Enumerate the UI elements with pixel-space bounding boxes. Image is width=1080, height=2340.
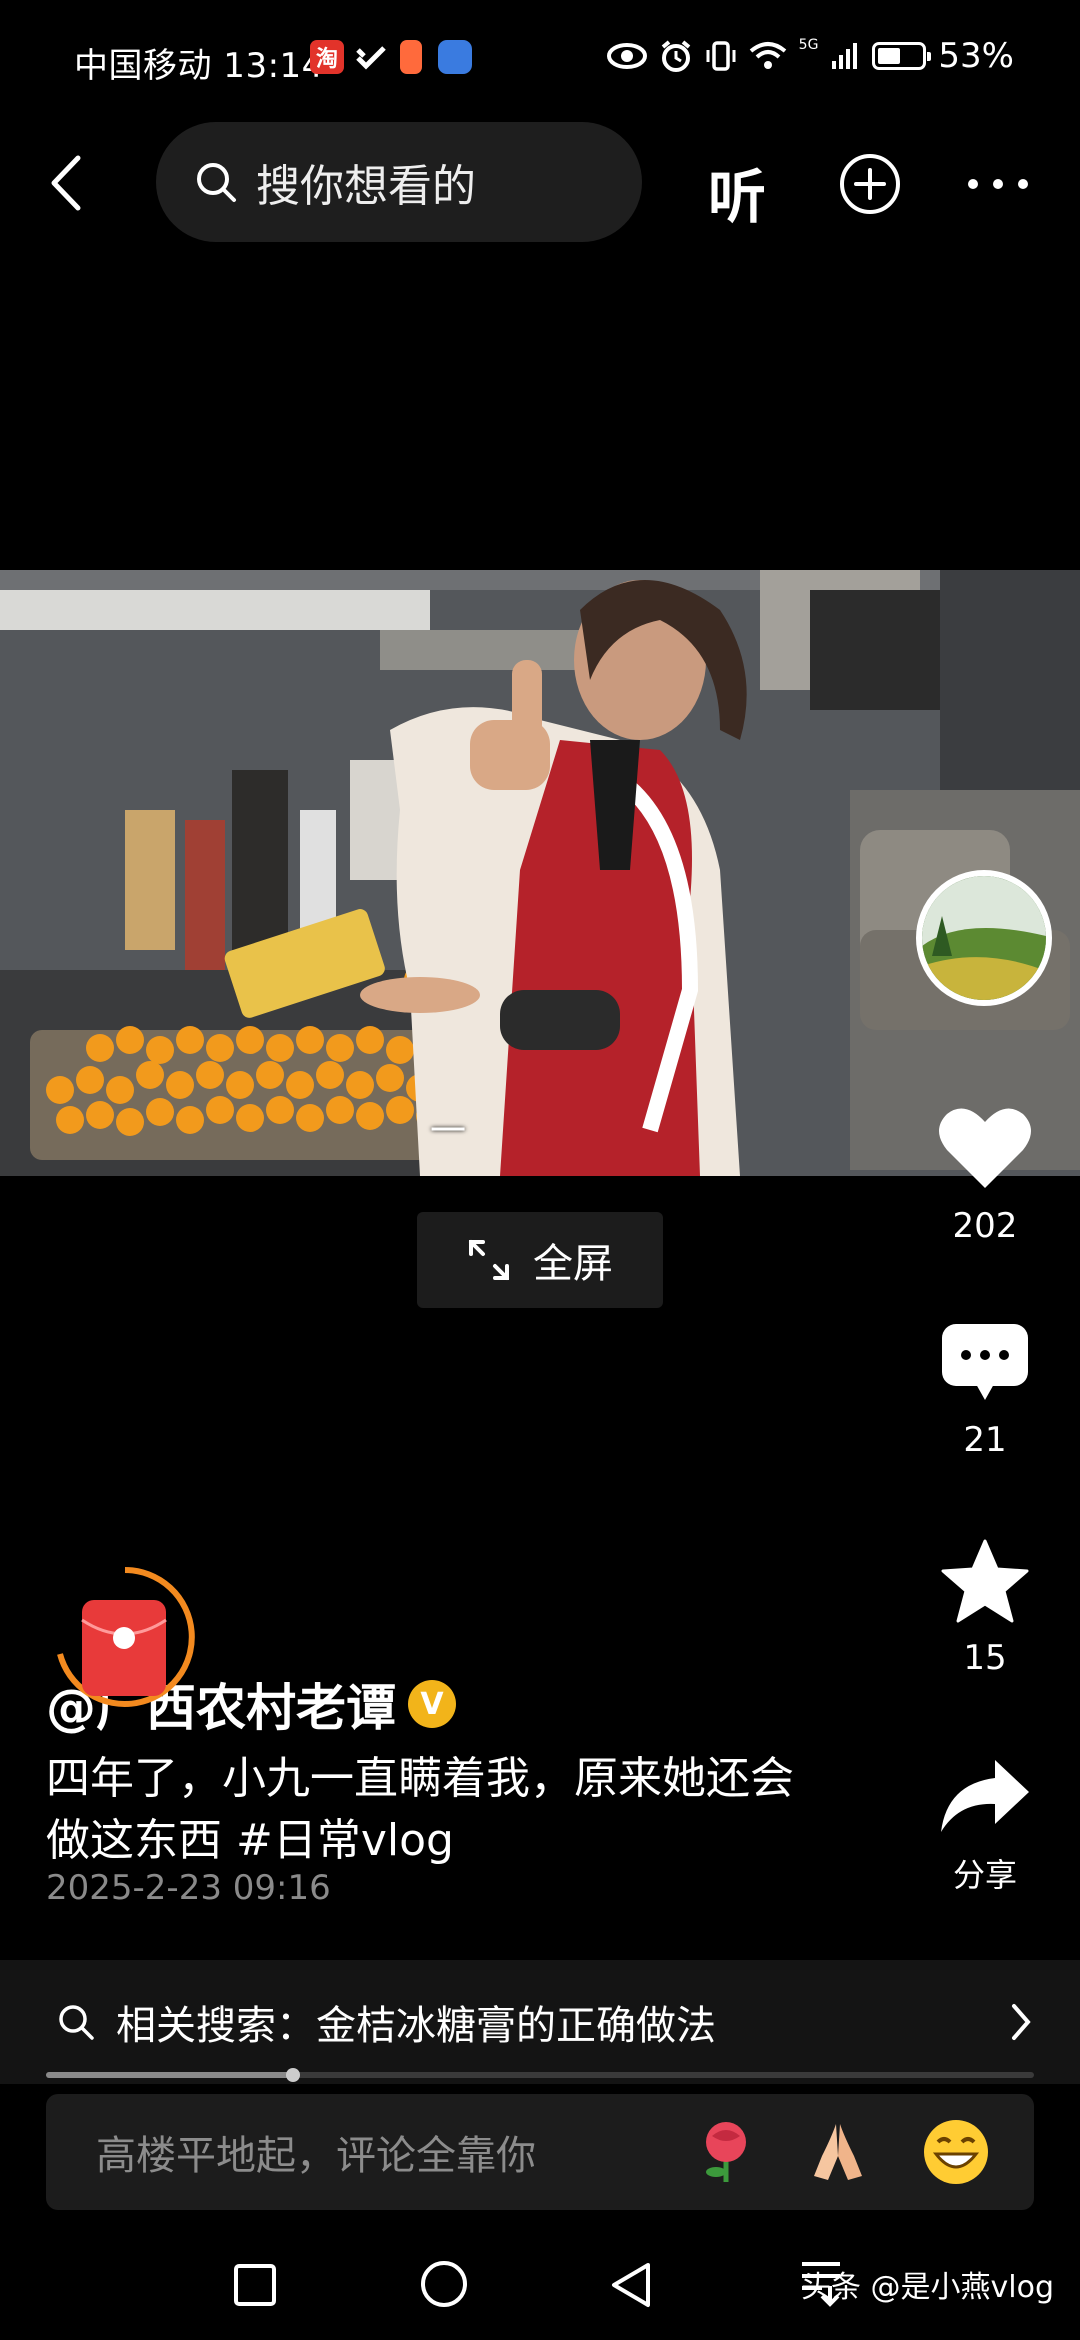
video-subtitle: 一 [430, 1111, 469, 1152]
grin-emoji[interactable] [920, 2116, 992, 2188]
fullscreen-button[interactable]: 全屏 [417, 1212, 663, 1308]
share-label: 分享 [952, 1856, 1017, 1894]
progress-fill [46, 2072, 293, 2078]
battery-icon [872, 42, 932, 70]
share-action[interactable]: 分享 [930, 1756, 1040, 1896]
battery-percent: 53% [938, 36, 1014, 76]
verified-badge-icon: V [408, 1680, 456, 1728]
more-icon[interactable] [966, 176, 1030, 190]
video-player[interactable] [0, 570, 1080, 1176]
chevron-right-icon [1012, 2004, 1031, 2040]
creator-avatar[interactable] [916, 870, 1052, 1006]
signal-icon [832, 43, 858, 69]
related-search-text: 相关搜索：金桔冰糖膏的正确做法 [116, 2003, 716, 2049]
search-icon [59, 2005, 94, 2040]
comment-count: 21 [963, 1420, 1007, 1460]
wifi-icon [749, 42, 786, 69]
taobao-badge-icon: 淘 [310, 40, 344, 74]
progress-handle[interactable] [286, 2068, 300, 2082]
carrier-time: 中国移动 13:14 [74, 46, 324, 86]
share-icon [941, 1760, 1029, 1832]
avatar-landscape-image [922, 876, 1046, 1000]
like-action[interactable]: 202 [930, 1104, 1040, 1246]
favorite-count: 15 [963, 1638, 1007, 1678]
battery-fill [878, 48, 901, 64]
caption-line-2[interactable]: 做这东西 #日常vlog [46, 1810, 866, 1872]
pray-emoji[interactable] [802, 2116, 874, 2188]
network-type: 5G [798, 37, 819, 53]
favorite-action[interactable]: 15 [930, 1538, 1040, 1678]
fullscreen-label: 全屏 [533, 1241, 613, 1287]
search-bar[interactable]: 搜你想看的 [156, 122, 642, 242]
related-search-bar[interactable]: 相关搜索：金桔冰糖膏的正确做法 [0, 1960, 1080, 2084]
check-app-icon [354, 40, 388, 74]
playback-progress-bar[interactable] [46, 2068, 1034, 2082]
square-nav-icon[interactable] [232, 2262, 278, 2308]
back-icon[interactable] [40, 148, 100, 218]
caption-line-1: 四年了，小九一直瞒着我，原来她还会 [46, 1753, 794, 1804]
like-icon [939, 1108, 1031, 1188]
rose-emoji[interactable] [690, 2116, 762, 2188]
add-icon[interactable] [838, 152, 902, 216]
watermark-text: 头条 @是小燕vlog [800, 2270, 1054, 2305]
post-datetime: 2025-2-23 09:16 [46, 1868, 331, 1908]
alarm-icon [661, 40, 690, 72]
circle-nav-icon[interactable] [418, 2258, 470, 2310]
vibrate-icon [706, 41, 736, 71]
status-bar: 中国移动 13:14 淘 5G 53% [0, 0, 1080, 120]
triangle-nav-icon[interactable] [608, 2260, 654, 2310]
star-icon [941, 1539, 1029, 1623]
search-icon [197, 163, 236, 202]
comment-placeholder: 高楼平地起，评论全靠你 [96, 2133, 536, 2179]
comment-input[interactable]: 高楼平地起，评论全靠你 [46, 2094, 1034, 2210]
red-packet-icon[interactable] [50, 1562, 200, 1712]
status-right: 5G 53% [606, 36, 1014, 76]
comment-icon [942, 1324, 1028, 1400]
video-frame [0, 570, 1080, 1176]
search-placeholder: 搜你想看的 [256, 161, 476, 212]
eye-icon [606, 43, 647, 69]
browser-app-icon [438, 40, 472, 74]
notification-app-icon [400, 40, 422, 74]
expand-icon [469, 1240, 509, 1280]
post-caption: 四年了，小九一直瞒着我，原来她还会 做这东西 #日常vlog [46, 1748, 866, 1872]
comment-action[interactable]: 21 [930, 1322, 1040, 1460]
like-count: 202 [952, 1206, 1018, 1246]
listen-button[interactable]: 听 [708, 150, 766, 234]
